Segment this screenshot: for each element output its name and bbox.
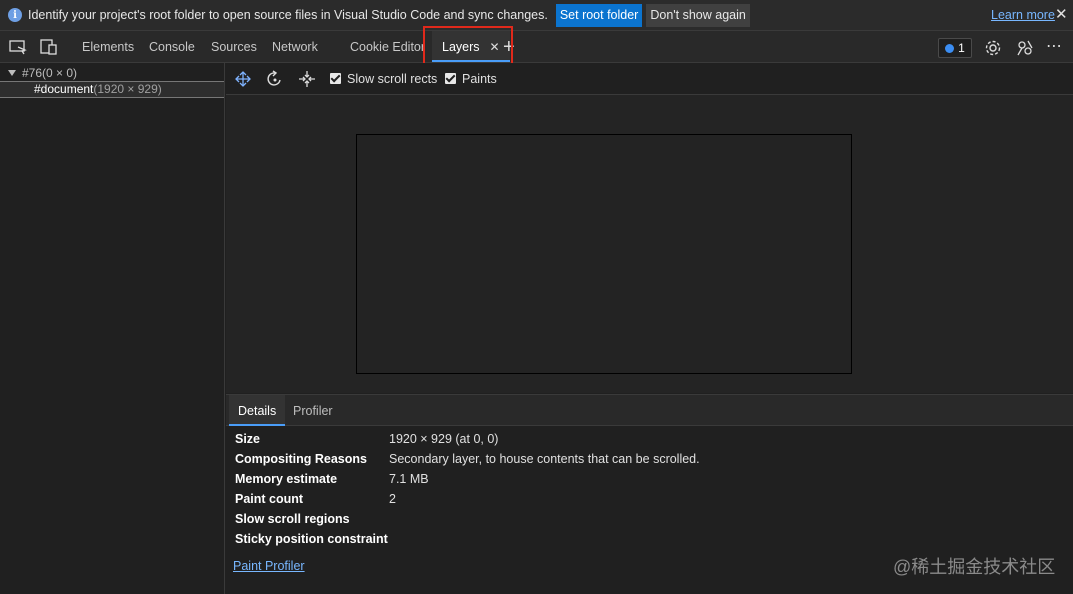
slow-scroll-checkbox[interactable]: [330, 73, 341, 84]
tab-layers[interactable]: Layers ✕: [432, 31, 510, 62]
detail-key: Memory estimate: [235, 472, 338, 486]
document-layer-size: (1920 × 929): [93, 82, 162, 96]
customize-icon[interactable]: [1016, 39, 1034, 57]
detail-value: 2: [389, 492, 396, 506]
paint-profiler-link[interactable]: Paint Profiler: [233, 559, 305, 573]
detail-key: Paint count: [235, 492, 304, 506]
root-layer-name: #76: [22, 66, 43, 80]
detail-key: Size: [235, 432, 261, 446]
tab-console[interactable]: Console: [149, 31, 195, 62]
layer-tree-panel: #76(0 × 0) #document(1920 × 929): [0, 63, 225, 594]
dont-show-again-button[interactable]: Don't show again: [646, 3, 750, 27]
tab-sources[interactable]: Sources: [211, 31, 257, 62]
rotate-mode-icon[interactable]: [266, 70, 284, 88]
root-layer-size: (0 × 0): [42, 66, 78, 80]
document-layer-rect[interactable]: [356, 134, 852, 374]
tab-layers-label: Layers: [442, 40, 480, 54]
tab-elements[interactable]: Elements: [82, 31, 134, 62]
infobar-message: Identify your project's root folder to o…: [28, 8, 548, 22]
details-tabbar: Details Profiler: [226, 394, 1073, 426]
paints-checkbox[interactable]: [445, 73, 456, 84]
tab-network[interactable]: Network: [272, 31, 318, 62]
reset-transform-icon[interactable]: [298, 70, 316, 88]
device-emulation-icon[interactable]: [40, 39, 58, 55]
layer-tree-root[interactable]: #76(0 × 0): [0, 66, 224, 82]
tab-profiler[interactable]: Profiler: [284, 395, 342, 426]
infobar: i Identify your project's root folder to…: [0, 0, 1073, 31]
detail-value: Secondary layer, to house contents that …: [389, 452, 700, 466]
tab-details[interactable]: Details: [229, 395, 286, 426]
paints-label: Paints: [462, 72, 497, 86]
detail-value: 1920 × 929 (at 0, 0): [389, 432, 499, 446]
tab-cookie-editor[interactable]: Cookie Editor: [350, 31, 425, 62]
info-icon: i: [8, 8, 22, 22]
learn-more-link[interactable]: Learn more: [991, 8, 1055, 22]
watermark: @稀土掘金技术社区: [893, 557, 1056, 577]
close-icon[interactable]: ✕: [1055, 5, 1068, 23]
add-tab-icon[interactable]: +: [503, 36, 515, 59]
detail-value: 7.1 MB: [389, 472, 429, 486]
devtools-tabbar: Elements Console Sources Network Cookie …: [0, 31, 1073, 63]
expand-triangle-icon[interactable]: [8, 70, 16, 76]
detail-key: Compositing Reasons: [235, 452, 367, 466]
layers-3d-view[interactable]: [226, 95, 1073, 393]
document-layer-name: #document: [34, 82, 94, 96]
gear-icon[interactable]: [984, 39, 1002, 57]
issues-count: 1: [958, 41, 965, 55]
layers-toolbar: Slow scroll rects Paints: [226, 63, 1073, 95]
slow-scroll-label: Slow scroll rects: [347, 72, 438, 86]
detail-key: Slow scroll regions: [235, 512, 350, 526]
pan-mode-icon[interactable]: [234, 70, 252, 88]
close-tab-icon[interactable]: ✕: [490, 40, 500, 54]
inspect-element-icon[interactable]: [9, 39, 27, 55]
detail-key: Sticky position constraint: [235, 532, 388, 546]
issues-icon: [945, 43, 955, 53]
more-options-icon[interactable]: ⋯: [1046, 36, 1062, 56]
set-root-folder-button[interactable]: Set root folder: [555, 3, 643, 27]
layer-tree-document[interactable]: #document(1920 × 929): [0, 82, 224, 98]
issues-badge[interactable]: 1: [938, 38, 972, 58]
